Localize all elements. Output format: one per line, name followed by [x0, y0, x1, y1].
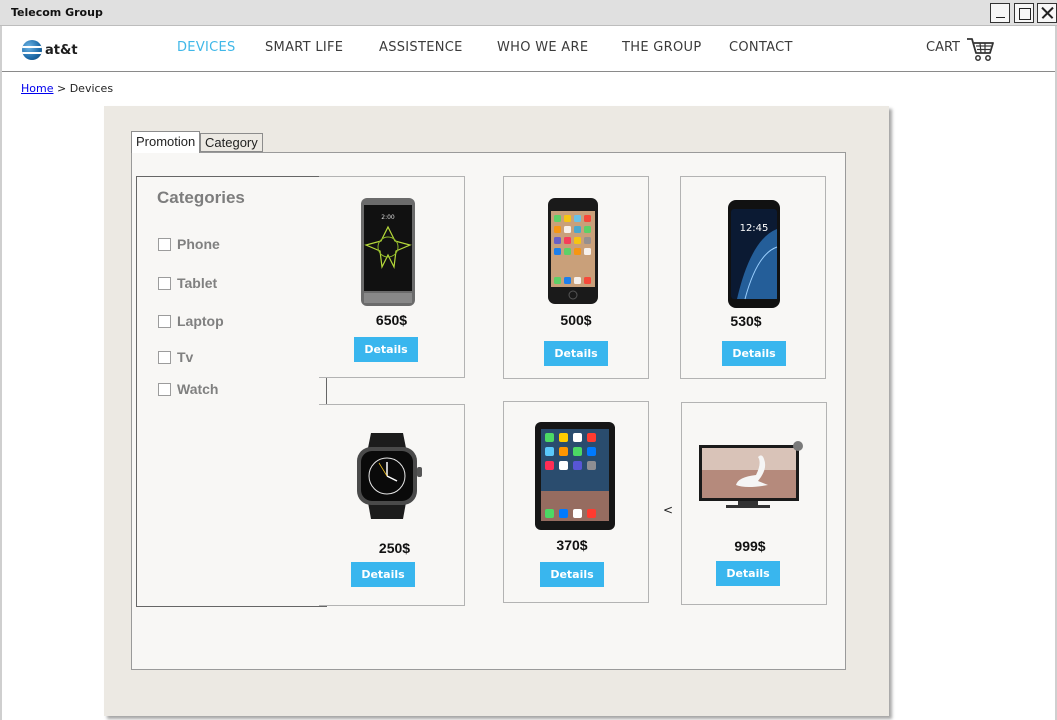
details-button[interactable]: Details [722, 341, 786, 366]
category-watch[interactable]: Watch [158, 381, 218, 397]
breadcrumb: Home > Devices [21, 82, 113, 95]
details-button[interactable]: Details [716, 561, 780, 586]
details-button[interactable]: Details [354, 337, 418, 362]
product-price: 650$ [375, 312, 408, 328]
tab-category[interactable]: Category [200, 133, 263, 152]
tab-promotion[interactable]: Promotion [131, 131, 201, 153]
minimize-button[interactable] [990, 3, 1010, 23]
tv-image [699, 441, 803, 508]
category-label: Tablet [177, 275, 218, 291]
product-card: 500$ Details [503, 176, 649, 379]
nav-devices[interactable]: DEVICES [177, 40, 236, 55]
details-button[interactable]: Details [544, 341, 608, 366]
nav-smart-life[interactable]: SMART LIFE [265, 40, 343, 55]
top-nav: at&t DEVICES SMART LIFE ASSISTENCE WHO W… [2, 26, 1055, 72]
breadcrumb-separator: > [56, 82, 67, 95]
frame-border-left [0, 26, 2, 720]
category-label: Tv [177, 349, 194, 365]
globe-icon [22, 40, 42, 60]
svg-text:2:00: 2:00 [381, 214, 395, 221]
product-card: 250$ Details [319, 404, 465, 606]
product-card: 2:00 650$ Details [319, 176, 465, 378]
details-button[interactable]: Details [540, 562, 604, 587]
cart-link[interactable]: CART [926, 38, 994, 62]
category-phone[interactable]: Phone [158, 236, 220, 252]
checkbox[interactable] [158, 350, 171, 364]
category-tablet[interactable]: Tablet [158, 275, 217, 291]
nav-assistence[interactable]: ASSISTENCE [379, 40, 463, 55]
window-title-bar: Telecom Group [0, 0, 1057, 26]
category-tv[interactable]: Tv [158, 349, 193, 365]
window-title: Telecom Group [11, 6, 103, 19]
maximize-button[interactable] [1014, 3, 1034, 23]
product-price: 370$ [556, 537, 588, 553]
category-label: Phone [177, 236, 220, 252]
product-price: 500$ [560, 312, 592, 328]
checkbox[interactable] [158, 314, 171, 328]
breadcrumb-home[interactable]: Home [21, 82, 53, 95]
category-laptop[interactable]: Laptop [158, 313, 224, 329]
att-logo[interactable]: at&t [22, 39, 78, 61]
nav-contact[interactable]: CONTACT [729, 40, 793, 55]
galaxy-image: 12:45 [728, 200, 780, 308]
svg-text:12:45: 12:45 [740, 223, 769, 234]
brand-name: at&t [45, 42, 78, 58]
smartwatch-image [357, 433, 422, 519]
product-card: 12:45 530$ Details [680, 176, 826, 379]
product-price: 250$ [378, 540, 411, 556]
nav-who-we-are[interactable]: WHO WE ARE [497, 40, 588, 55]
category-label: Laptop [177, 313, 224, 329]
categories-filter: Categories Phone Tablet Laptop Tv Watch [136, 176, 327, 607]
iphone-image [548, 198, 598, 304]
cart-label: CART [926, 40, 960, 55]
breadcrumb-current: Devices [69, 82, 114, 95]
checkbox[interactable] [158, 382, 171, 396]
prev-arrow[interactable]: < [663, 503, 673, 517]
close-button[interactable] [1037, 3, 1057, 23]
details-button[interactable]: Details [351, 562, 415, 587]
nav-the-group[interactable]: THE GROUP [622, 40, 701, 55]
product-card: 370$ Details [503, 401, 649, 603]
product-price: 530$ [730, 313, 762, 329]
checkbox[interactable] [158, 237, 171, 251]
checkbox[interactable] [158, 276, 171, 290]
product-price: 999$ [734, 538, 766, 554]
cart-icon [967, 38, 994, 61]
category-label: Watch [177, 381, 219, 397]
product-card: 999$ Details [681, 402, 827, 605]
ipad-image [535, 422, 615, 530]
categories-heading: Categories [157, 188, 245, 207]
phone-image: 2:00 [361, 198, 415, 306]
